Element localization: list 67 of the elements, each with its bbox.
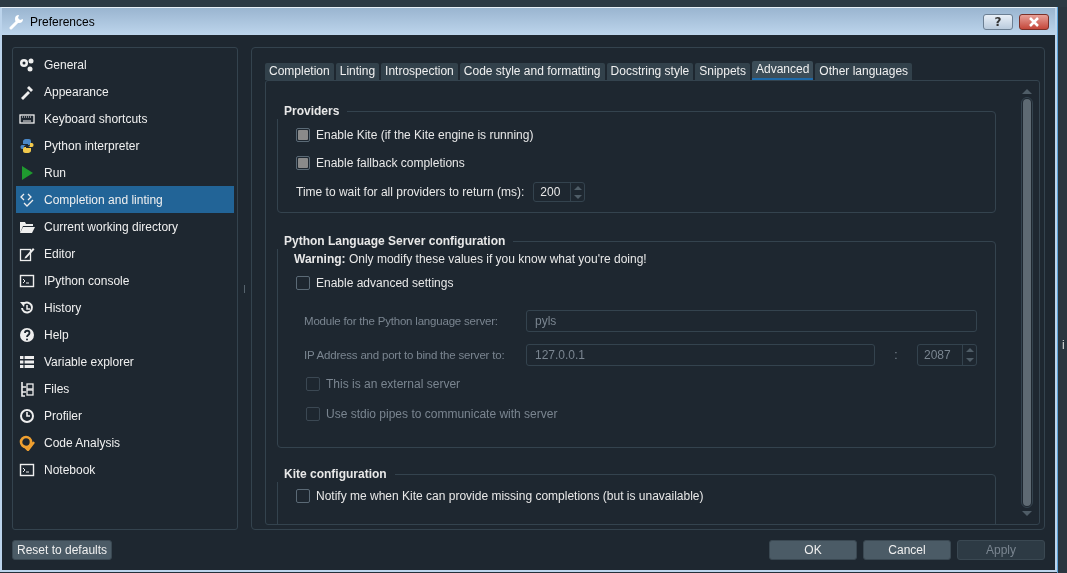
window-title: Preferences: [30, 14, 96, 29]
sidebar-item[interactable]: Appearance: [16, 78, 234, 105]
gears-icon: [19, 56, 35, 73]
python-icon: [19, 137, 35, 154]
dialog-button[interactable]: Cancel: [863, 540, 951, 560]
field-label: IP Address and port to bind the server to:: [304, 349, 506, 361]
tab[interactable]: Docstring style: [606, 63, 694, 80]
checkbox[interactable]: [296, 128, 310, 142]
tab[interactable]: Code style and formatting: [459, 63, 605, 80]
run-icon: [19, 164, 35, 181]
code-analysis-icon: [19, 434, 35, 451]
code-check-icon: [19, 191, 35, 208]
clock-icon: [19, 407, 35, 424]
sidebar-item[interactable]: Run: [16, 159, 234, 186]
tab[interactable]: Introspection: [381, 63, 458, 80]
checkbox-label: This is an external server: [326, 377, 461, 391]
reset-button[interactable]: Reset to defaults: [12, 540, 113, 560]
sidebar-item[interactable]: Variable explorer: [16, 348, 234, 375]
checkbox-label: Notify me when Kite can provide missing completions (but is unavailable): [316, 489, 704, 503]
checkbox[interactable]: [296, 489, 310, 503]
checkbox[interactable]: [296, 276, 310, 290]
tab[interactable]: Completion: [265, 63, 334, 80]
history-icon: [19, 299, 35, 316]
tab[interactable]: Linting: [335, 63, 380, 80]
sidebar-item[interactable]: Current working directory: [16, 213, 234, 240]
sidebar-item[interactable]: Keyboard shortcuts: [16, 105, 234, 132]
editor-text: i: [1061, 338, 1066, 352]
group-title: Providers: [277, 103, 348, 119]
help-icon: [19, 326, 35, 343]
dialog-button[interactable]: OK: [769, 540, 857, 560]
checkbox[interactable]: [296, 156, 310, 170]
sidebar-item[interactable]: Help: [16, 321, 234, 348]
pipette-icon: [19, 83, 35, 100]
checkbox-label: Enable advanced settings: [316, 276, 454, 290]
sidebar-item[interactable]: Files: [16, 375, 234, 402]
console-icon: [19, 461, 35, 478]
field-label: Module for the Python language server:: [304, 315, 499, 327]
console-icon: [19, 272, 35, 289]
sidebar-item[interactable]: Code Analysis: [16, 429, 234, 456]
scrollbar[interactable]: [1021, 89, 1033, 516]
sidebar-item[interactable]: Editor: [16, 240, 234, 267]
edit-icon: [19, 245, 35, 262]
tab[interactable]: Advanced: [751, 61, 814, 80]
checkbox-label: Enable fallback completions: [316, 156, 465, 170]
close-icon: [1028, 16, 1040, 27]
warning-text: Warning: Only modify these values if you know what you're doing!: [294, 252, 648, 266]
table-icon: [19, 353, 35, 370]
tab[interactable]: Other languages: [815, 63, 913, 80]
checkbox-label: Enable Kite (if the Kite engine is running): [316, 128, 534, 142]
number-field[interactable]: 200: [533, 182, 586, 202]
sidebar-item[interactable]: Python interpreter: [16, 132, 234, 159]
group-title: Python Language Server configuration: [277, 233, 514, 249]
sidebar-item[interactable]: Profiler: [16, 402, 234, 429]
sidebar-item[interactable]: Completion and linting: [16, 186, 234, 213]
tab[interactable]: Snippets: [695, 63, 750, 80]
file-tree-icon: [19, 380, 35, 397]
close-button[interactable]: [1019, 13, 1049, 30]
group-title: Kite configuration: [277, 466, 395, 482]
help-button[interactable]: ?: [983, 13, 1013, 30]
sidebar-item[interactable]: IPython console: [16, 267, 234, 294]
sidebar-item[interactable]: Notebook: [16, 456, 234, 483]
field-label: Time to wait for all providers to return (ms):: [296, 185, 525, 199]
wrench-icon: [8, 13, 24, 30]
separator-text: :: [893, 348, 899, 362]
sidebar-item[interactable]: General: [16, 51, 234, 78]
sidebar-item[interactable]: History: [16, 294, 234, 321]
checkbox-label: Use stdio pipes to communicate with server: [326, 407, 558, 421]
